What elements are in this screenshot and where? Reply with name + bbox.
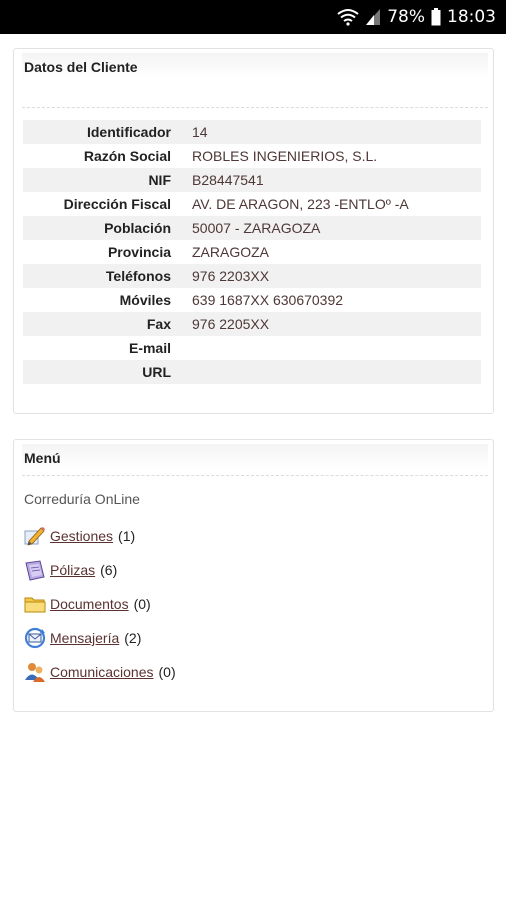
table-row: Teléfonos 976 2203XX	[23, 264, 481, 288]
documentos-count: (0)	[133, 596, 151, 612]
row-label: Teléfonos	[105, 268, 171, 284]
table-row: URL	[23, 360, 481, 384]
documentos-link[interactable]: Documentos	[50, 596, 129, 612]
menu-section-label: Correduría OnLine	[24, 491, 140, 507]
menu-item-polizas: Pólizas (6)	[23, 553, 176, 587]
row-label: E-mail	[128, 340, 171, 356]
table-row: Provincia ZARAGOZA	[23, 240, 481, 264]
table-row: Móviles 639 1687XX 630670392	[23, 288, 481, 312]
users-icon[interactable]	[23, 660, 47, 684]
row-value: 976 2203XX	[192, 268, 270, 284]
client-data-table: Identificador 14 Razón Social ROBLES ING…	[23, 120, 481, 384]
comunicaciones-link[interactable]: Comunicaciones	[50, 664, 154, 680]
battery-icon	[431, 8, 441, 26]
table-row: Fax 976 2205XX	[23, 312, 481, 336]
mensajeria-count: (2)	[124, 630, 142, 646]
gestiones-link[interactable]: Gestiones	[50, 528, 113, 544]
polizas-link[interactable]: Pólizas	[50, 562, 95, 578]
menu-item-comunicaciones: Comunicaciones (0)	[23, 655, 176, 689]
row-label: NIF	[148, 172, 171, 188]
menu-panel: Menú Correduría OnLine Gestiones (1) Pól…	[13, 439, 494, 712]
row-value: 14	[192, 124, 208, 140]
folder-icon[interactable]	[23, 592, 47, 616]
comunicaciones-count: (0)	[158, 664, 176, 680]
row-label: Móviles	[119, 292, 171, 308]
row-label: Razón Social	[83, 148, 171, 164]
table-row: Población 50007 - ZARAGOZA	[23, 216, 481, 240]
row-value: 50007 - ZARAGOZA	[192, 220, 321, 236]
clock: 18:03	[447, 7, 496, 27]
table-row: NIF B28447541	[23, 168, 481, 192]
row-label: URL	[142, 364, 171, 380]
table-row: E-mail	[23, 336, 481, 360]
wifi-icon	[337, 8, 359, 26]
mensajeria-link[interactable]: Mensajería	[50, 630, 119, 646]
pencil-icon[interactable]	[23, 524, 47, 548]
menu-panel-title: Menú	[22, 444, 488, 470]
polizas-count: (6)	[100, 562, 118, 578]
menu-item-documentos: Documentos (0)	[23, 587, 176, 621]
row-label: Fax	[146, 316, 171, 332]
divider	[22, 475, 488, 476]
divider	[22, 107, 488, 108]
table-row: Dirección Fiscal AV. DE ARAGON, 223 -ENT…	[23, 192, 481, 216]
row-value: ROBLES INGENIERIOS, S.L.	[192, 148, 378, 164]
signal-icon	[365, 8, 381, 26]
row-value: AV. DE ARAGON, 223 -ENTLOº -A	[192, 196, 409, 212]
row-value: ZARAGOZA	[192, 244, 270, 260]
row-label: Identificador	[86, 124, 171, 140]
table-row: Identificador 14	[23, 120, 481, 144]
row-label: Dirección Fiscal	[63, 196, 171, 212]
policy-document-icon[interactable]	[23, 558, 47, 582]
client-panel-title: Datos del Cliente	[22, 53, 488, 79]
row-label: Provincia	[107, 244, 171, 260]
menu-item-mensajeria: Mensajería (2)	[23, 621, 176, 655]
menu-item-gestiones: Gestiones (1)	[23, 519, 176, 553]
menu-list: Gestiones (1) Pólizas (6) Documentos (0)…	[23, 519, 176, 689]
row-value: 639 1687XX 630670392	[192, 292, 344, 308]
mail-sync-icon[interactable]	[23, 626, 47, 650]
status-bar: 78% 18:03	[0, 0, 506, 34]
row-value: B28447541	[192, 172, 264, 188]
row-value: 976 2205XX	[192, 316, 270, 332]
battery-percent: 78%	[387, 7, 425, 27]
row-label: Población	[104, 220, 171, 236]
table-row: Razón Social ROBLES INGENIERIOS, S.L.	[23, 144, 481, 168]
gestiones-count: (1)	[118, 528, 136, 544]
client-data-panel: Datos del Cliente Identificador 14 Razón…	[13, 48, 494, 414]
